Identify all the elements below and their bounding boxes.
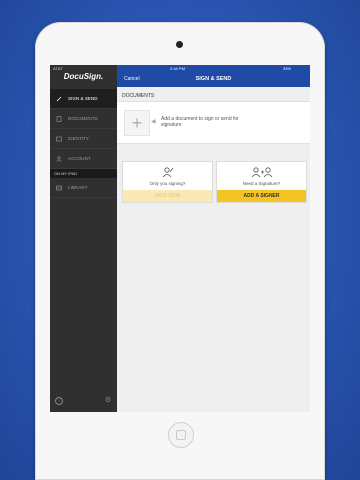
need-signature-card: Need a Signature? ADD A SIGNER <box>216 161 307 203</box>
add-signer-button[interactable]: ADD A SIGNER <box>217 190 306 202</box>
sidebar-item-documents[interactable]: DOCUMENTS <box>50 109 117 129</box>
library-icon <box>56 185 62 191</box>
signer-self-icon <box>123 166 212 181</box>
add-document-text: Add a document to sign or send for signa… <box>161 116 239 128</box>
add-signer-icon <box>217 166 306 181</box>
only-you-question: Only you signing? <box>149 181 186 186</box>
sidebar-item-label: DOCUMENTS <box>68 116 98 121</box>
add-document-row[interactable]: + ◀ Add a document to sign or send for s… <box>117 101 310 144</box>
documents-section-title: DOCUMENTS <box>122 93 155 99</box>
page-title: SIGN & SEND <box>195 76 232 82</box>
sidebar-item-label: IDENTITY <box>68 136 89 141</box>
sidebar-footer: ? ⚙ <box>50 397 117 407</box>
sidebar-item-label: LIBRARY <box>68 185 88 190</box>
sidebar-nav: SIGN & SEND DOCUMENTS IDENTITY ACCOUNT O… <box>50 89 117 198</box>
document-icon <box>56 115 62 122</box>
id-card-icon <box>56 136 62 142</box>
arrow-left-icon: ◀ <box>151 119 156 125</box>
person-icon <box>56 155 62 162</box>
sidebar-item-library[interactable]: LIBRARY <box>50 178 117 198</box>
carrier-label: AT&T <box>53 66 63 71</box>
status-bar: AT&T 2:44 PM 33% <box>50 65 310 72</box>
home-button[interactable] <box>168 422 194 448</box>
camera-dot <box>176 41 183 48</box>
sidebar: DocuSign. SIGN & SEND DOCUMENTS IDENTITY <box>50 65 117 412</box>
status-time: 2:44 PM <box>170 66 185 71</box>
pen-icon <box>56 96 62 102</box>
home-square-icon <box>176 430 186 440</box>
sidebar-item-sign-send[interactable]: SIGN & SEND <box>50 89 117 109</box>
sign-now-button[interactable]: SIGN NOW <box>123 190 212 202</box>
help-icon[interactable]: ? <box>55 397 63 405</box>
only-you-card: Only you signing? SIGN NOW <box>122 161 213 203</box>
battery-level: 33% <box>283 66 292 71</box>
app-screen: DocuSign. SIGN & SEND DOCUMENTS IDENTITY <box>50 65 310 412</box>
need-signature-question: Need a Signature? <box>242 181 281 186</box>
sidebar-item-account[interactable]: ACCOUNT <box>50 149 117 169</box>
sidebar-item-identity[interactable]: IDENTITY <box>50 129 117 149</box>
sidebar-item-label: ACCOUNT <box>68 156 91 161</box>
add-document-button[interactable]: + <box>124 110 150 136</box>
main-panel: Cancel SIGN & SEND DOCUMENTS + ◀ Add a d… <box>117 65 310 412</box>
docusign-logo: DocuSign. <box>63 72 104 81</box>
sidebar-item-label: SIGN & SEND <box>68 96 98 101</box>
section-header-on-my-ipad: ON MY IPAD <box>50 169 117 178</box>
gear-icon[interactable]: ⚙ <box>105 397 111 404</box>
